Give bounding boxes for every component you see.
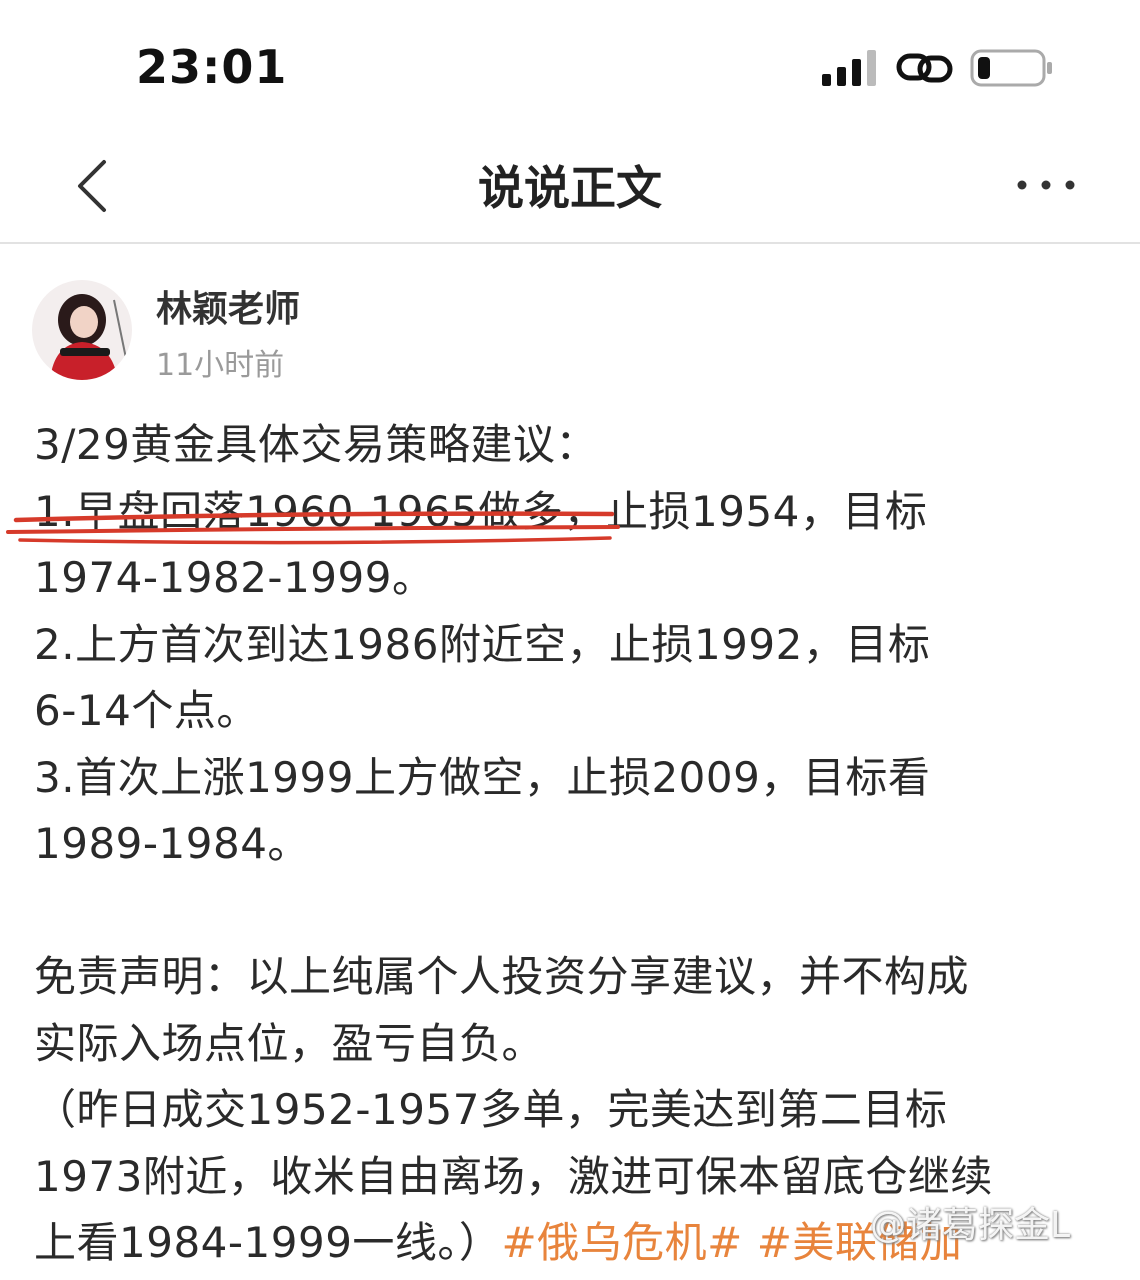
avatar[interactable] <box>32 280 132 380</box>
post-line: 6-14个点。 <box>34 686 259 735</box>
nav-bar: 说说正文 <box>0 130 1140 244</box>
status-time: 23:01 <box>136 40 288 94</box>
author-name[interactable]: 林颖老师 <box>156 280 300 332</box>
watermark: @诸葛探金L <box>870 1205 1071 1246</box>
post-line: 实际入场点位，盈亏自负。 <box>34 1018 545 1068</box>
post-line: 3/29黄金具体交易策略建议： <box>34 420 598 469</box>
post-line: 3.首次上涨1999上方做空，止损2009，目标看 <box>34 752 931 802</box>
link-icon <box>896 53 953 83</box>
more-horizontal-icon[interactable] <box>1010 160 1082 210</box>
post-line: 2.上方首次到达1986附近空，止损1992，目标 <box>34 619 931 669</box>
post-timestamp: 11小时前 <box>156 348 285 383</box>
status-bar: 23:01 <box>0 0 1140 130</box>
post-line: 1989-1984。 <box>34 819 310 868</box>
post-content: 3/29黄金具体交易策略建议： 1.早盘回落1960-1965做多，止损1954… <box>34 412 1124 1277</box>
battery-icon <box>970 49 1052 87</box>
post-line: 1974-1982-1999。 <box>34 553 435 602</box>
hashtag-link[interactable]: #俄乌危机# <box>501 1218 742 1267</box>
post-line: 免责声明：以上纯属个人投资分享建议，并不构成 <box>34 952 970 1001</box>
post-line: 1.早盘回落1960-1965做多，止损1954，目标 <box>34 486 928 536</box>
signal-icon <box>822 50 876 86</box>
post-line-text: 上看1984-1999一线。） <box>34 1218 502 1267</box>
page-title: 说说正文 <box>478 161 662 215</box>
post-line: （昨日成交1952-1957多单，完美达到第二目标 <box>34 1085 948 1134</box>
